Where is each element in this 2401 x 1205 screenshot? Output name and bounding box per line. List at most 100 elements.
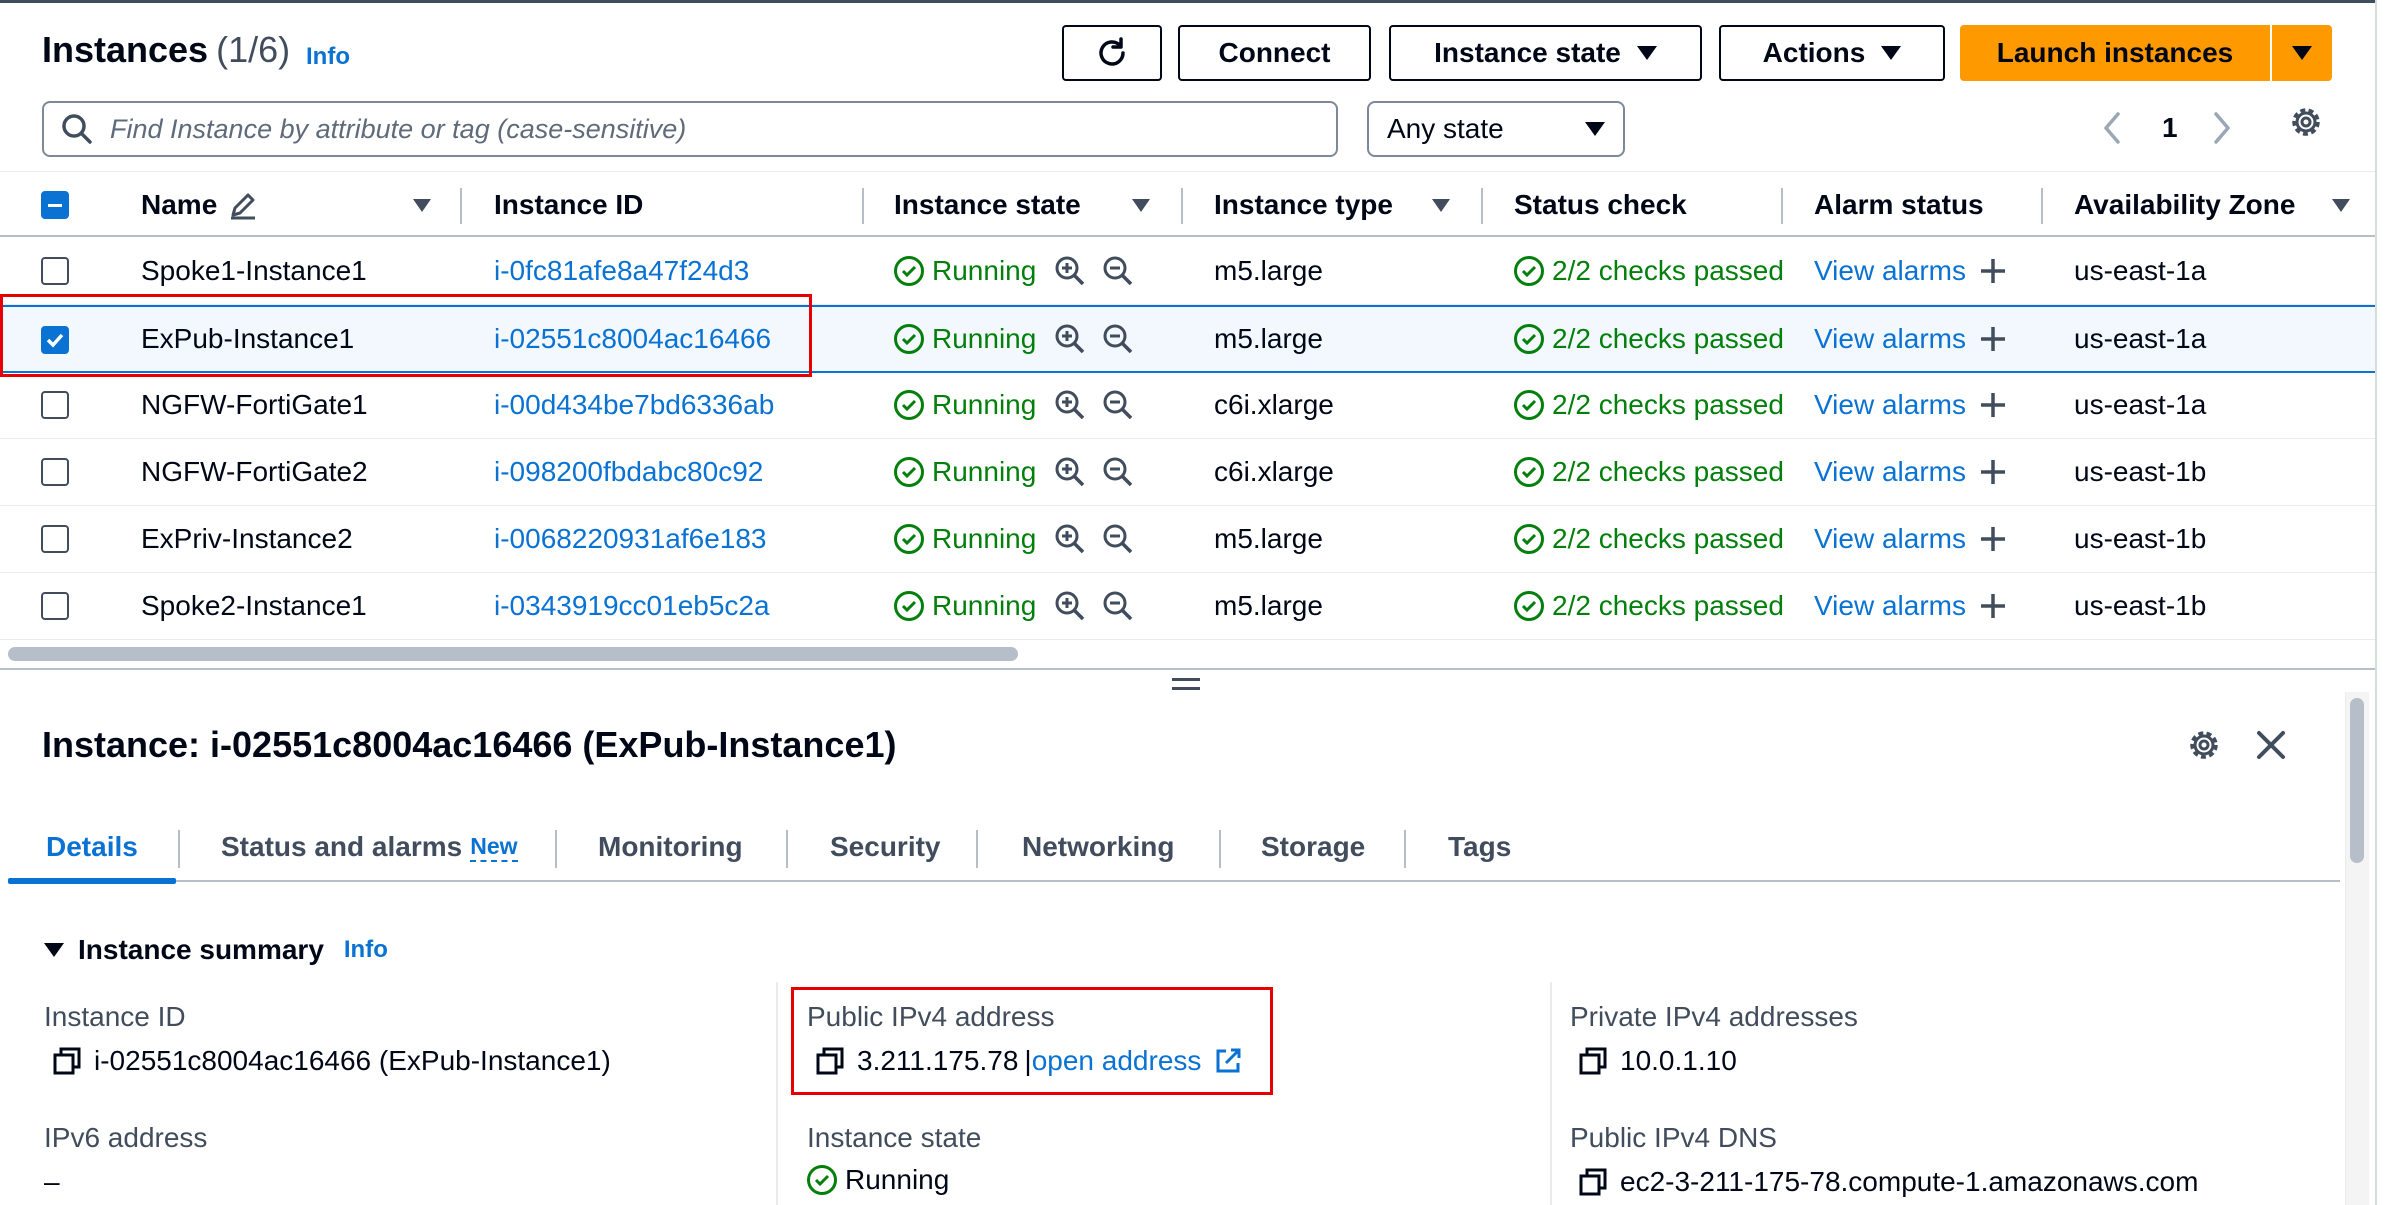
row-instance-id-link[interactable]: i-0343919cc01eb5c2a [494,573,770,639]
private-ipv4-label: Private IPv4 addresses [1570,1001,1858,1032]
column-header-alarm-status[interactable]: Alarm status [1814,172,2034,238]
previous-page-button[interactable] [2100,103,2124,153]
zoom-in-icon[interactable] [1054,523,1086,555]
tab-status-and-alarms[interactable]: Status and alarms New [221,812,518,882]
table-row[interactable]: NGFW-FortiGate1 i-00d434be7bd6336ab Runnin… [0,372,2375,439]
view-alarms-link[interactable]: View alarms [1814,590,1966,622]
column-divider[interactable] [1181,188,1183,224]
zoom-out-icon[interactable] [1102,456,1134,488]
column-divider[interactable] [2041,188,2043,224]
row-instance-id-link[interactable]: i-098200fbdabc80c92 [494,439,763,505]
zoom-out-icon[interactable] [1102,590,1134,622]
drag-handle-icon[interactable] [1172,678,1200,696]
search-icon [62,114,92,144]
search-input[interactable] [110,113,1290,145]
view-alarms-link[interactable]: View alarms [1814,389,1966,421]
row-instance-id-link[interactable]: i-00d434be7bd6336ab [494,372,774,438]
sort-icon[interactable] [2332,199,2350,212]
row-checkbox[interactable] [41,391,69,419]
zoom-out-icon[interactable] [1102,255,1134,287]
table-settings-button[interactable] [2287,103,2325,146]
plus-icon[interactable] [1978,324,2008,354]
table-header: Name Instance ID Instance state Instance… [0,171,2375,237]
column-header-status-check[interactable]: Status check [1514,172,1774,238]
header-info-link[interactable]: Info [306,43,350,71]
tab-tags[interactable]: Tags [1448,812,1511,882]
column-instance-id-label: Instance ID [494,189,644,220]
column-header-instance-type[interactable]: Instance type [1214,172,1484,238]
tab-networking[interactable]: Networking [1022,812,1174,882]
connect-button[interactable]: Connect [1178,25,1371,81]
plus-icon[interactable] [1978,256,2008,286]
table-row[interactable]: ExPriv-Instance2 i-0068220931af6e183 Runni… [0,506,2375,573]
select-all-checkbox[interactable] [41,191,69,219]
zoom-in-icon[interactable] [1054,590,1086,622]
ipv6-value: – [44,1166,60,1197]
column-divider[interactable] [862,188,864,224]
actions-button[interactable]: Actions [1719,25,1945,81]
horizontal-scrollbar[interactable] [8,647,1018,661]
zoom-out-icon[interactable] [1102,523,1134,555]
zoom-in-icon[interactable] [1054,255,1086,287]
row-checkbox[interactable] [41,592,69,620]
plus-icon[interactable] [1978,457,2008,487]
check-circle-icon [1514,324,1544,354]
column-divider[interactable] [1481,188,1483,224]
row-checkbox[interactable] [41,257,69,285]
row-status-text: 2/2 checks passed [1552,389,1784,420]
table-row[interactable]: Spoke2-Instance1 i-0343919cc01eb5c2a Runni… [0,573,2375,640]
sort-icon[interactable] [1432,199,1450,212]
plus-icon[interactable] [1978,591,2008,621]
copy-icon[interactable] [52,1046,82,1076]
column-header-instance-id[interactable]: Instance ID [494,172,844,238]
launch-dropdown-button[interactable] [2272,25,2332,81]
zoom-in-icon[interactable] [1054,323,1086,355]
row-instance-id-link[interactable]: i-0068220931af6e183 [494,506,766,572]
zoom-out-icon[interactable] [1102,323,1134,355]
column-header-availability-zone[interactable]: Availability Zone [2074,172,2374,238]
sort-icon[interactable] [413,199,431,212]
current-page[interactable]: 1 [2162,103,2178,153]
column-header-name[interactable]: Name [141,172,441,238]
caret-down-icon [44,943,64,957]
column-header-instance-state[interactable]: Instance state [894,172,1184,238]
tab-monitoring[interactable]: Monitoring [598,812,743,882]
close-details-button[interactable] [2254,728,2288,767]
row-checkbox[interactable] [41,525,69,553]
tab-security[interactable]: Security [830,812,941,882]
state-filter-select[interactable]: Any state [1367,101,1625,157]
view-alarms-link[interactable]: View alarms [1814,255,1966,287]
row-checkbox[interactable] [41,458,69,486]
row-alarm-status: View alarms [1814,506,2008,572]
instance-state-button[interactable]: Instance state [1389,25,1702,81]
panel-splitter[interactable] [0,668,2375,692]
tab-storage[interactable]: Storage [1261,812,1365,882]
copy-icon[interactable] [1578,1046,1608,1076]
tab-divider [976,830,978,868]
search-field[interactable] [42,101,1338,157]
row-availability-zone: us-east-1a [2074,323,2207,354]
plus-icon[interactable] [1978,390,2008,420]
view-alarms-link[interactable]: View alarms [1814,523,1966,555]
column-divider[interactable] [460,188,462,224]
summary-info-link[interactable]: Info [344,936,388,964]
row-availability-zone: us-east-1b [2074,456,2207,487]
row-name: NGFW-FortiGate1 [141,389,368,420]
next-page-button[interactable] [2210,103,2234,153]
zoom-out-icon[interactable] [1102,389,1134,421]
refresh-button[interactable] [1062,25,1162,81]
view-alarms-link[interactable]: View alarms [1814,456,1966,488]
sort-icon[interactable] [1132,199,1150,212]
view-alarms-link[interactable]: View alarms [1814,323,1966,355]
zoom-in-icon[interactable] [1054,456,1086,488]
plus-icon[interactable] [1978,524,2008,554]
copy-icon[interactable] [1578,1167,1608,1197]
zoom-in-icon[interactable] [1054,389,1086,421]
vertical-scrollbar-thumb[interactable] [2350,698,2364,863]
launch-instances-button[interactable]: Launch instances [1960,25,2270,81]
tab-details[interactable]: Details [8,812,176,884]
details-settings-button[interactable] [2185,726,2223,769]
table-row[interactable]: NGFW-FortiGate2 i-098200fbdabc80c92 Runnin… [0,439,2375,506]
instance-summary-header[interactable]: Instance summary Info [44,934,388,966]
column-divider[interactable] [1781,188,1783,224]
